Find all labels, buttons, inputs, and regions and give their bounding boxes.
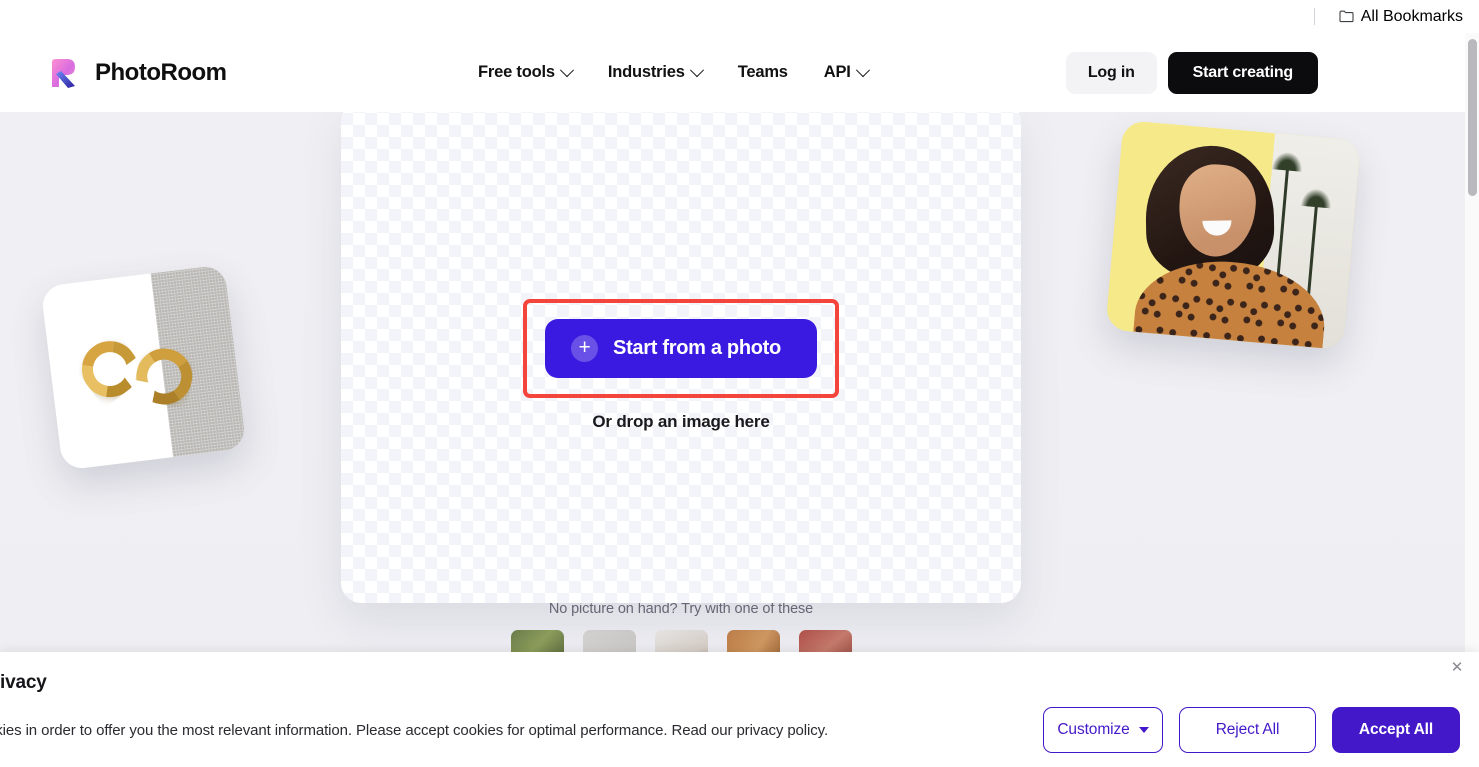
cookie-reject-all-button[interactable]: Reject All xyxy=(1179,707,1316,753)
dropzone-center-content: + Start from a photo Or drop an image he… xyxy=(341,299,1021,432)
cookie-banner-close-icon[interactable]: ✕ xyxy=(1447,657,1467,677)
header-actions: Log in Start creating xyxy=(1066,52,1318,94)
sample-images-label: No picture on hand? Try with one of thes… xyxy=(549,601,813,617)
browser-window: All Bookmarks Create product and portrai… xyxy=(0,0,1479,767)
cookie-customize-button[interactable]: Customize xyxy=(1043,707,1163,753)
folder-icon xyxy=(1339,10,1354,23)
cookie-banner-title: your privacy xyxy=(0,672,47,694)
cookie-accept-all-button[interactable]: Accept All xyxy=(1332,707,1460,753)
nav-label-api: API xyxy=(824,63,851,82)
chevron-down-icon xyxy=(856,63,870,77)
start-creating-button[interactable]: Start creating xyxy=(1168,52,1318,94)
palm-fronds-1 xyxy=(1272,151,1303,172)
nav-item-api[interactable]: API xyxy=(806,55,886,90)
action-highlight-box: + Start from a photo xyxy=(523,299,839,398)
main-navigation: Free tools Industries Teams API xyxy=(460,55,886,90)
cookie-banner-actions: Customize Reject All Accept All xyxy=(1043,707,1460,753)
nav-label-industries: Industries xyxy=(608,63,685,82)
brand-name: PhotoRoom xyxy=(95,59,226,87)
start-from-a-photo-label: Start from a photo xyxy=(613,337,781,360)
bookmarks-divider xyxy=(1314,8,1315,25)
nav-item-industries[interactable]: Industries xyxy=(590,55,720,90)
bookmarks-bar: All Bookmarks xyxy=(0,0,1479,33)
plus-circle-icon: + xyxy=(571,335,598,362)
cookie-consent-banner: your privacy uses cookies in order to of… xyxy=(0,652,1479,767)
all-bookmarks-label: All Bookmarks xyxy=(1361,8,1463,26)
chevron-down-icon xyxy=(560,63,574,77)
log-in-button[interactable]: Log in xyxy=(1066,52,1157,94)
photoroom-r-logo-icon xyxy=(44,54,82,92)
start-from-a-photo-button[interactable]: + Start from a photo xyxy=(545,319,817,378)
nav-item-free-tools[interactable]: Free tools xyxy=(460,55,590,90)
nav-item-teams[interactable]: Teams xyxy=(720,55,806,90)
cookie-customize-label: Customize xyxy=(1057,721,1129,739)
palm-fronds-2 xyxy=(1301,188,1332,209)
decorative-product-photo-left xyxy=(40,264,246,470)
brand-logo-link[interactable]: PhotoRoom xyxy=(44,54,226,92)
caret-down-icon xyxy=(1139,727,1149,733)
page-scrollbar-thumb[interactable] xyxy=(1468,39,1477,196)
chevron-down-icon xyxy=(690,63,704,77)
drop-image-hint: Or drop an image here xyxy=(592,412,769,432)
image-dropzone[interactable]: + Start from a photo Or drop an image he… xyxy=(341,101,1021,603)
nav-label-teams: Teams xyxy=(738,63,788,82)
site-header: PhotoRoom Free tools Industries Teams AP… xyxy=(0,33,1470,112)
nav-label-free-tools: Free tools xyxy=(478,63,555,82)
cookie-banner-body: uses cookies in order to offer you the m… xyxy=(0,722,828,739)
all-bookmarks-button[interactable]: All Bookmarks xyxy=(1333,5,1469,29)
decorative-portrait-photo-right xyxy=(1105,120,1360,350)
